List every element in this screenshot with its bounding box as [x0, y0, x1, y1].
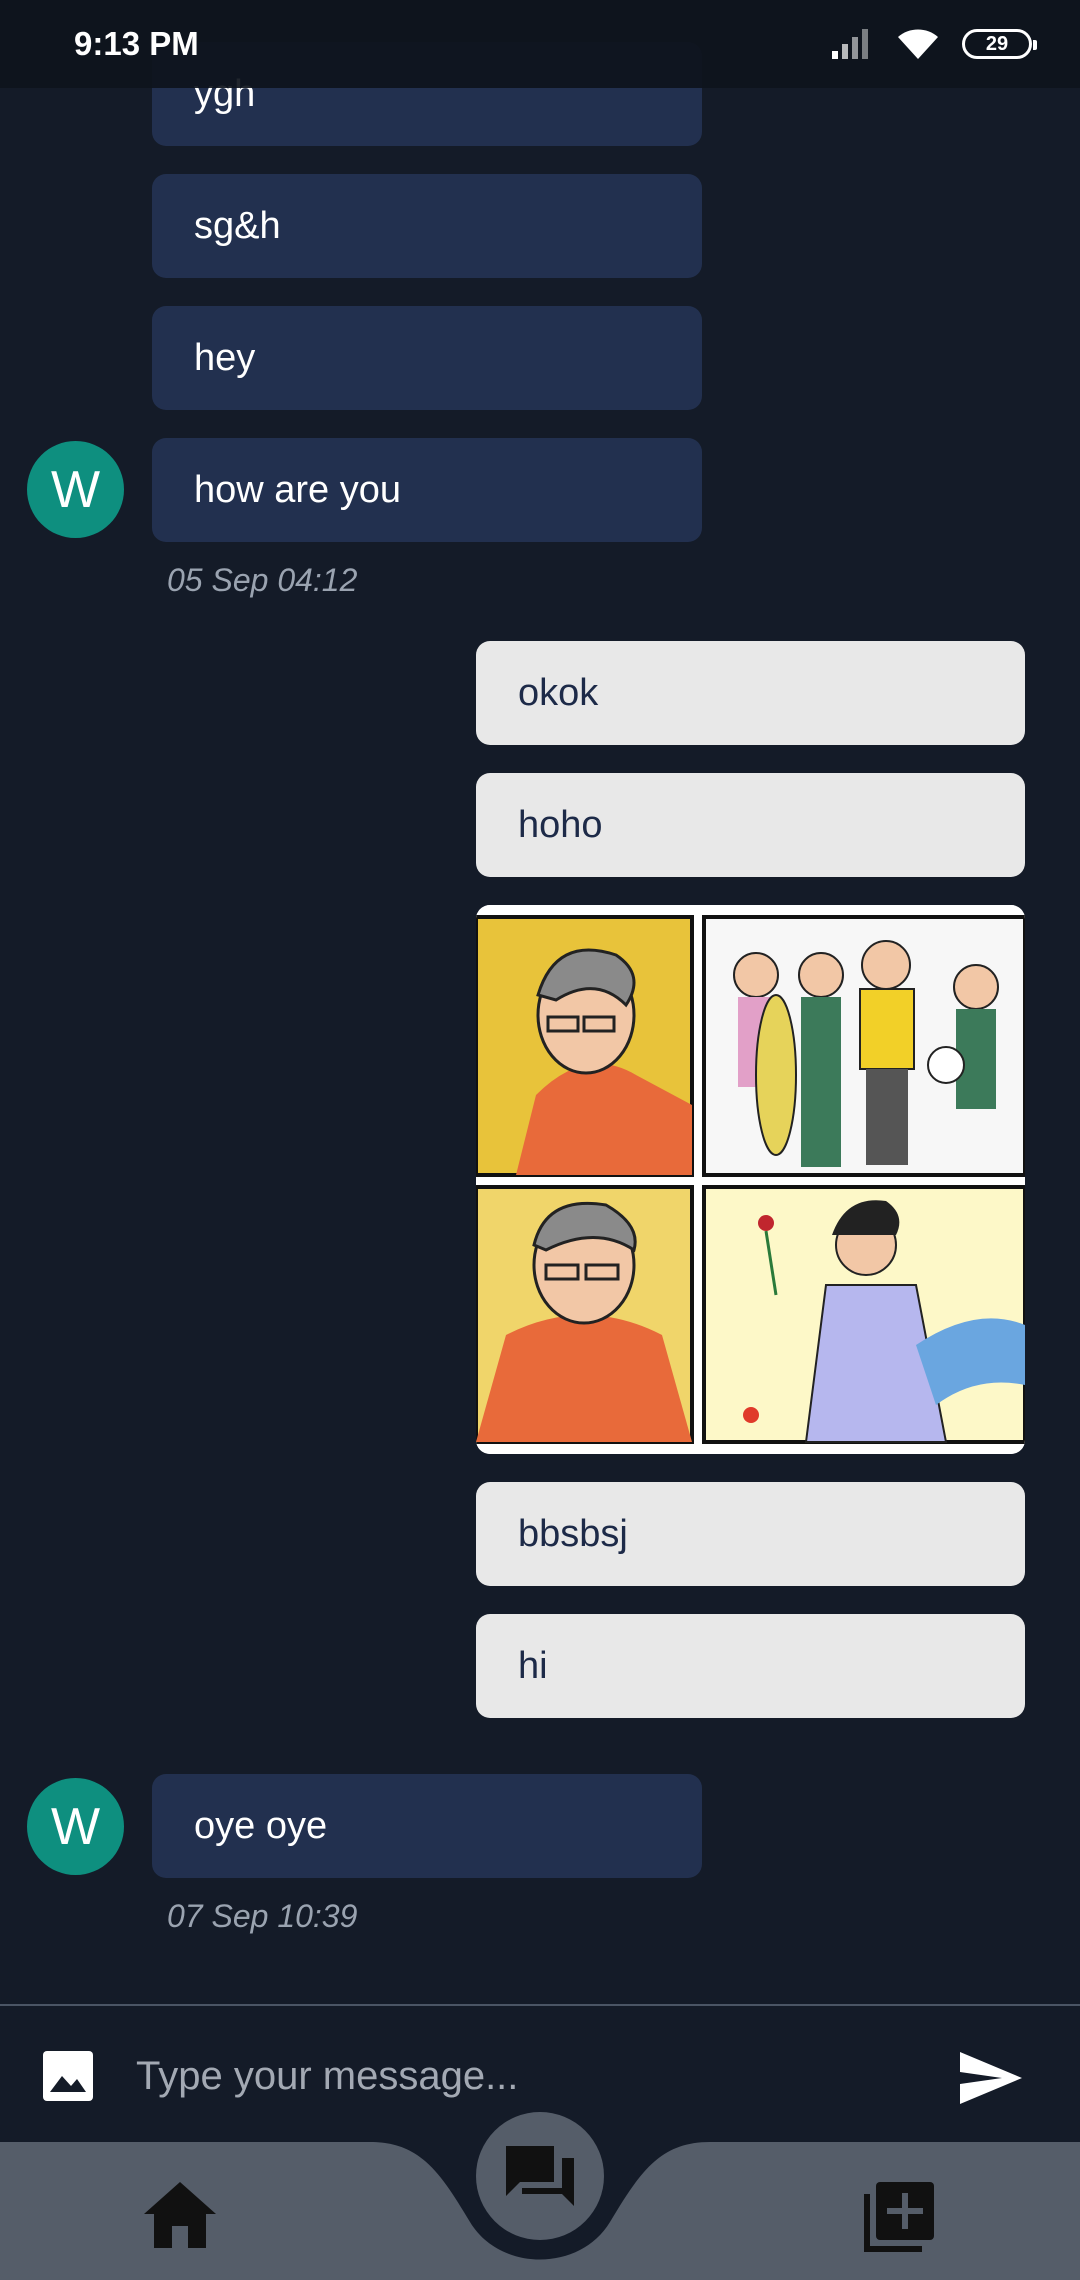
- avatar-initial: W: [50, 460, 101, 519]
- status-time: 9:13 PM: [74, 25, 199, 62]
- message-incoming[interactable]: hey: [152, 306, 702, 410]
- battery-level: 29: [985, 32, 1009, 55]
- message-outgoing[interactable]: okok: [476, 641, 1025, 745]
- comic-image: [476, 905, 1025, 1454]
- message-outgoing[interactable]: hoho: [476, 773, 1025, 877]
- status-bar: 9:13 PM 29: [0, 0, 1080, 88]
- message-text: sg&h: [194, 204, 281, 247]
- signal-icon: [832, 29, 868, 59]
- message-input[interactable]: [136, 2036, 916, 2116]
- image-message[interactable]: [476, 905, 1025, 1454]
- avatar[interactable]: W: [27, 1778, 124, 1875]
- avatar-initial: W: [50, 1797, 101, 1856]
- message-text: hi: [518, 1644, 548, 1687]
- message-text: okok: [518, 671, 599, 714]
- avatar[interactable]: W: [27, 441, 124, 538]
- status-icons: 29: [830, 27, 1037, 61]
- battery-icon: 29: [962, 29, 1037, 59]
- message-outgoing[interactable]: hi: [476, 1614, 1025, 1718]
- message-text: hey: [194, 336, 256, 379]
- message-text: bbsbsj: [518, 1512, 628, 1555]
- forum-icon: [506, 2146, 574, 2206]
- message-text: hoho: [518, 803, 603, 846]
- message-incoming[interactable]: how are you: [152, 438, 702, 542]
- message-outgoing[interactable]: bbsbsj: [476, 1482, 1025, 1586]
- wifi-icon: [898, 29, 938, 59]
- add-box-icon[interactable]: [862, 2180, 936, 2254]
- image-icon[interactable]: [42, 2050, 94, 2102]
- message-timestamp: 05 Sep 04:12: [167, 562, 358, 598]
- message-timestamp: 07 Sep 10:39: [167, 1898, 358, 1934]
- message-text: how are you: [194, 468, 402, 511]
- message-incoming[interactable]: oye oye: [152, 1774, 702, 1878]
- message-incoming[interactable]: sg&h: [152, 174, 702, 278]
- chat-fab-button[interactable]: [476, 2112, 604, 2240]
- message-text: oye oye: [194, 1804, 328, 1847]
- home-icon[interactable]: [142, 2180, 218, 2250]
- send-icon[interactable]: [958, 2050, 1024, 2106]
